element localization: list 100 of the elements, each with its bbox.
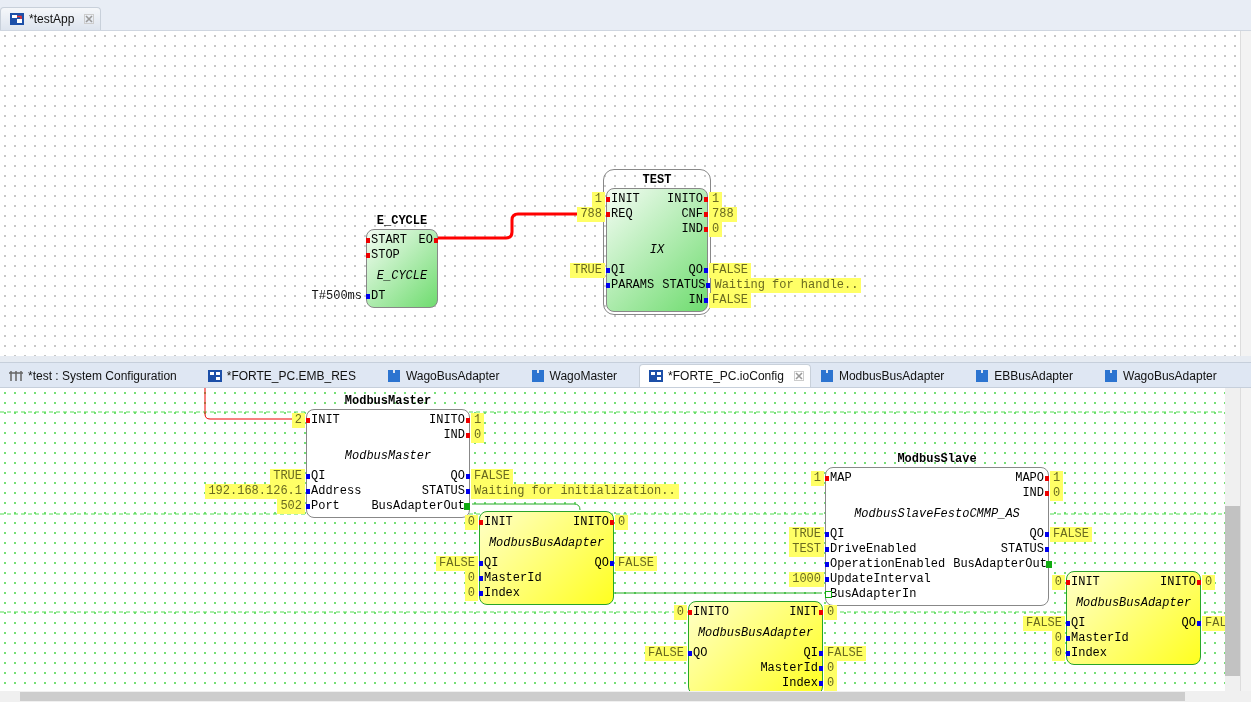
port-label: QI xyxy=(611,263,626,277)
event-port-icon[interactable] xyxy=(366,253,370,258)
editor-tab[interactable]: *test : System Configuration xyxy=(0,365,199,387)
event-port-icon[interactable] xyxy=(1197,580,1201,585)
port-label: REQ xyxy=(611,207,633,221)
watch-value: 1 xyxy=(709,192,723,207)
port-label: DT xyxy=(371,289,386,303)
block-type: ModbusBusAdapter xyxy=(487,535,606,552)
data-port-icon[interactable] xyxy=(706,283,711,288)
tab-label: *test : System Configuration xyxy=(28,369,177,383)
adapter-socket-icon[interactable] xyxy=(825,591,832,598)
event-port-icon[interactable] xyxy=(366,238,370,243)
editor-tab[interactable]: WagoMaster xyxy=(521,365,640,387)
port-label: QI xyxy=(311,469,326,483)
scrollbar[interactable] xyxy=(0,691,1251,702)
editor-tab[interactable]: *FORTE_PC.EMB_RES xyxy=(198,365,378,387)
port-label: INIT xyxy=(611,192,640,206)
event-port-icon[interactable] xyxy=(610,520,614,525)
editor-tab[interactable]: WagoBusAdapter xyxy=(1095,365,1239,387)
port-label: QI xyxy=(830,527,845,541)
adapter-icon xyxy=(529,368,546,384)
port-label: QI xyxy=(1071,616,1086,630)
event-port-icon[interactable] xyxy=(306,418,310,423)
event-port-icon[interactable] xyxy=(825,476,829,481)
adapter-icon xyxy=(974,368,991,384)
port-label: IND xyxy=(443,428,465,442)
watch-value: 1 xyxy=(591,192,605,207)
port-label: DriveEnabled xyxy=(830,542,917,556)
event-port-icon[interactable] xyxy=(466,418,470,423)
editor-tab[interactable]: *FORTE_PC.ioConfig xyxy=(639,364,811,387)
event-port-icon[interactable] xyxy=(1045,476,1049,481)
watch-value: FALSE xyxy=(645,646,687,661)
port-label: EO xyxy=(418,233,433,247)
editor-tab[interactable]: *testApp xyxy=(0,7,102,30)
watch-value: 0 xyxy=(1051,575,1065,590)
port-label: QO xyxy=(1181,616,1196,630)
watch-value: FALSE xyxy=(1050,527,1092,542)
port-label: QO xyxy=(693,646,708,660)
watch-value: 1 xyxy=(810,471,824,486)
event-port-icon[interactable] xyxy=(1045,491,1049,496)
scrollbar[interactable] xyxy=(1225,388,1240,691)
port-label: MasterId xyxy=(760,661,818,675)
port-label: INITO xyxy=(429,413,465,427)
watch-value: FALSE xyxy=(824,646,866,661)
event-port-icon[interactable] xyxy=(704,197,708,202)
port-label: INIT xyxy=(484,515,513,529)
event-port-icon[interactable] xyxy=(704,212,708,217)
watch-value: FALSE xyxy=(615,556,657,571)
port-label: Port xyxy=(311,499,340,513)
event-port-icon[interactable] xyxy=(704,227,708,232)
port-label: INITO xyxy=(1160,575,1196,589)
watch-value: FALSE xyxy=(436,556,478,571)
watch-value: 192.168.126.1 xyxy=(205,484,305,499)
network-icon xyxy=(648,368,665,384)
port-label: QO xyxy=(1029,527,1044,541)
diagram-canvas[interactable]: E_CYCLE START EO STOP E_CYCLE T#500ms DT TEST 1 INIT INITO 1 788 REQ CNF 788 IND 0 IX TRUE QI QO FALSE PARAMS STATUS Waiting for handle.. IN FALSE xyxy=(0,31,1251,356)
block-type: ModbusBusAdapter xyxy=(1074,595,1193,612)
watch-value: 0 xyxy=(464,586,478,601)
watch-value: FALSE xyxy=(709,263,751,278)
port-label: Index xyxy=(1071,646,1107,660)
watch-value: TRUE xyxy=(570,263,605,278)
port-label: INIT xyxy=(789,605,818,619)
block-type: IX xyxy=(648,242,666,259)
event-port-icon[interactable] xyxy=(606,212,610,217)
port-label: Index xyxy=(484,586,520,600)
event-port-icon[interactable] xyxy=(688,610,692,615)
port-label: QI xyxy=(484,556,499,570)
tab-label: *FORTE_PC.ioConfig xyxy=(668,369,784,383)
port-label: BusAdapterOut xyxy=(371,499,465,513)
block-type: ModbusBusAdapter xyxy=(696,625,815,642)
close-icon[interactable] xyxy=(793,371,804,381)
watch-value: TRUE xyxy=(789,527,824,542)
port-label: IND xyxy=(681,222,703,236)
port-label: START xyxy=(371,233,407,247)
port-label: INIT xyxy=(1071,575,1100,589)
watch-value: 0 xyxy=(464,515,478,530)
block-title: TEST xyxy=(641,172,673,188)
event-port-icon[interactable] xyxy=(479,520,483,525)
editor-tab[interactable]: WagoBusAdapter xyxy=(377,365,522,387)
event-port-icon[interactable] xyxy=(466,433,470,438)
diagram-canvas[interactable] xyxy=(0,388,1251,702)
editor-tab[interactable]: EBBusAdapter xyxy=(966,365,1096,387)
event-port-icon[interactable] xyxy=(606,197,610,202)
editor-tab[interactable]: ModbusBusAdapter xyxy=(810,365,967,387)
adapter-plug-icon[interactable] xyxy=(1045,561,1052,568)
parameter-value: T#500ms xyxy=(310,289,363,304)
watch-value: 0 xyxy=(824,605,838,620)
event-port-icon[interactable] xyxy=(819,610,823,615)
event-port-icon[interactable] xyxy=(434,238,438,243)
port-label: INIT xyxy=(311,413,340,427)
port-label: QO xyxy=(594,556,609,570)
watch-value: 1 xyxy=(1050,471,1064,486)
watch-value: Waiting for handle.. xyxy=(711,278,862,293)
port-label: MAP xyxy=(830,471,852,485)
port-label: QO xyxy=(450,469,465,483)
port-label: BusAdapterOut xyxy=(953,557,1047,571)
event-port-icon[interactable] xyxy=(1066,580,1070,585)
close-icon[interactable] xyxy=(84,14,95,24)
port-label: PARAMS xyxy=(611,278,655,292)
watch-value: 0 xyxy=(1050,486,1064,501)
